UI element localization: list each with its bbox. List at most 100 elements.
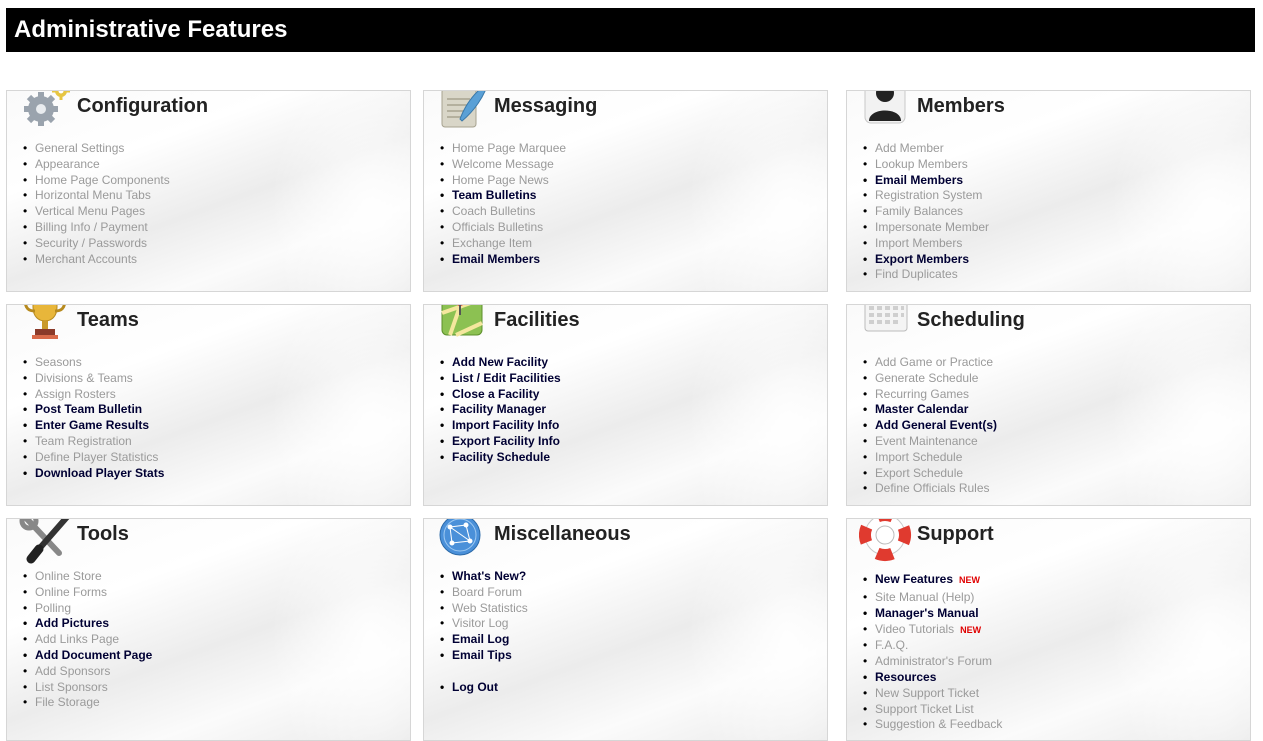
panel-teams: Teams Seasons Divisions & Teams Assign R… <box>6 304 411 506</box>
link-email-log[interactable]: Email Log <box>440 632 528 648</box>
link-email-tips[interactable]: Email Tips <box>440 648 528 664</box>
link-master-calendar[interactable]: Master Calendar <box>863 402 997 418</box>
wrench-screwdriver-icon <box>19 519 70 564</box>
link-export-facility-info[interactable]: Export Facility Info <box>440 434 561 450</box>
link-whats-new[interactable]: What's New? <box>440 569 528 585</box>
link-import-schedule[interactable]: Import Schedule <box>863 450 997 466</box>
link-enter-game-results[interactable]: Enter Game Results <box>23 418 164 434</box>
trophy-icon <box>19 305 67 341</box>
link-email-members[interactable]: Email Members <box>440 252 566 268</box>
panel-facilities: Facilities Add New Facility List / Edit … <box>423 304 828 506</box>
link-managers-manual[interactable]: Manager's Manual <box>863 606 1002 622</box>
link-online-store[interactable]: Online Store <box>23 569 152 585</box>
miscellaneous-links: What's New? Board Forum Web Statistics V… <box>440 569 528 696</box>
link-event-maintenance[interactable]: Event Maintenance <box>863 434 997 450</box>
link-add-game-or-practice[interactable]: Add Game or Practice <box>863 355 997 371</box>
link-new-features[interactable]: New Features NEW <box>863 569 1002 590</box>
link-team-bulletins[interactable]: Team Bulletins <box>440 188 566 204</box>
link-visitor-log[interactable]: Visitor Log <box>440 616 528 632</box>
link-add-pictures[interactable]: Add Pictures <box>23 616 152 632</box>
link-merchant-accounts[interactable]: Merchant Accounts <box>23 252 170 268</box>
link-close-a-facility[interactable]: Close a Facility <box>440 387 561 403</box>
link-find-duplicates[interactable]: Find Duplicates <box>863 267 989 283</box>
link-post-team-bulletin[interactable]: Post Team Bulletin <box>23 402 164 418</box>
link-web-statistics[interactable]: Web Statistics <box>440 601 528 617</box>
panel-title-tools: Tools <box>77 523 129 545</box>
link-assign-rosters[interactable]: Assign Rosters <box>23 387 164 403</box>
link-lookup-members[interactable]: Lookup Members <box>863 157 989 173</box>
panel-title-miscellaneous: Miscellaneous <box>494 523 631 545</box>
support-links: New Features NEW Site Manual (Help) Manag… <box>863 569 1002 733</box>
panel-title-support: Support <box>917 523 994 545</box>
panel-messaging: Messaging Home Page Marquee Welcome Mess… <box>423 90 828 292</box>
link-log-out[interactable]: Log Out <box>440 680 528 696</box>
page-title: Administrative Features <box>14 16 288 43</box>
link-polling[interactable]: Polling <box>23 601 152 617</box>
link-new-support-ticket[interactable]: New Support Ticket <box>863 686 1002 702</box>
globe-network-icon <box>436 519 484 561</box>
link-define-officials-rules[interactable]: Define Officials Rules <box>863 481 997 497</box>
link-registration-system[interactable]: Registration System <box>863 188 989 204</box>
link-import-members[interactable]: Import Members <box>863 236 989 252</box>
link-add-links-page[interactable]: Add Links Page <box>23 632 152 648</box>
link-import-facility-info[interactable]: Import Facility Info <box>440 418 561 434</box>
list-spacer <box>440 664 528 680</box>
link-add-new-facility[interactable]: Add New Facility <box>440 355 561 371</box>
link-add-document-page[interactable]: Add Document Page <box>23 648 152 664</box>
facilities-links: Add New Facility List / Edit Facilities … <box>440 355 561 466</box>
tools-links: Online Store Online Forms Polling Add Pi… <box>23 569 152 711</box>
link-home-page-components[interactable]: Home Page Components <box>23 173 170 189</box>
link-administrators-forum[interactable]: Administrator's Forum <box>863 654 1002 670</box>
link-appearance[interactable]: Appearance <box>23 157 170 173</box>
link-email-members[interactable]: Email Members <box>863 173 989 189</box>
panel-title-members: Members <box>917 95 1005 117</box>
link-support-ticket-list[interactable]: Support Ticket List <box>863 702 1002 718</box>
link-exchange-item[interactable]: Exchange Item <box>440 236 566 252</box>
link-impersonate-member[interactable]: Impersonate Member <box>863 220 989 236</box>
link-team-registration[interactable]: Team Registration <box>23 434 164 450</box>
link-coach-bulletins[interactable]: Coach Bulletins <box>440 204 566 220</box>
link-general-settings[interactable]: General Settings <box>23 141 170 157</box>
link-welcome-message[interactable]: Welcome Message <box>440 157 566 173</box>
link-faq[interactable]: F.A.Q. <box>863 638 1002 654</box>
link-seasons[interactable]: Seasons <box>23 355 164 371</box>
link-export-schedule[interactable]: Export Schedule <box>863 466 997 482</box>
link-facility-manager[interactable]: Facility Manager <box>440 402 561 418</box>
link-home-page-news[interactable]: Home Page News <box>440 173 566 189</box>
link-horizontal-menu-tabs[interactable]: Horizontal Menu Tabs <box>23 188 170 204</box>
link-define-player-statistics[interactable]: Define Player Statistics <box>23 450 164 466</box>
link-file-storage[interactable]: File Storage <box>23 695 152 711</box>
link-list-sponsors[interactable]: List Sponsors <box>23 680 152 696</box>
link-recurring-games[interactable]: Recurring Games <box>863 387 997 403</box>
link-board-forum[interactable]: Board Forum <box>440 585 528 601</box>
link-billing-info-payment[interactable]: Billing Info / Payment <box>23 220 170 236</box>
link-add-sponsors[interactable]: Add Sponsors <box>23 664 152 680</box>
link-download-player-stats[interactable]: Download Player Stats <box>23 466 164 482</box>
configuration-links: General Settings Appearance Home Page Co… <box>23 141 170 267</box>
link-new-features-label[interactable]: New Features <box>875 572 953 586</box>
link-family-balances[interactable]: Family Balances <box>863 204 989 220</box>
panel-configuration: Configuration General Settings Appearanc… <box>6 90 411 292</box>
link-export-members[interactable]: Export Members <box>863 252 989 268</box>
link-site-manual[interactable]: Site Manual (Help) <box>863 590 1002 606</box>
link-add-member[interactable]: Add Member <box>863 141 989 157</box>
panel-title-facilities: Facilities <box>494 309 580 331</box>
link-generate-schedule[interactable]: Generate Schedule <box>863 371 997 387</box>
panel-miscellaneous: Miscellaneous What's New? Board Forum We… <box>423 518 828 741</box>
link-online-forms[interactable]: Online Forms <box>23 585 152 601</box>
link-list-edit-facilities[interactable]: List / Edit Facilities <box>440 371 561 387</box>
link-divisions-teams[interactable]: Divisions & Teams <box>23 371 164 387</box>
link-video-tutorials-label[interactable]: Video Tutorials <box>875 622 954 636</box>
link-home-page-marquee[interactable]: Home Page Marquee <box>440 141 566 157</box>
link-add-general-events[interactable]: Add General Event(s) <box>863 418 997 434</box>
link-video-tutorials[interactable]: Video Tutorials NEW <box>863 622 1002 639</box>
link-vertical-menu-pages[interactable]: Vertical Menu Pages <box>23 204 170 220</box>
link-officials-bulletins[interactable]: Officials Bulletins <box>440 220 566 236</box>
members-links: Add Member Lookup Members Email Members … <box>863 141 989 283</box>
link-suggestion-feedback[interactable]: Suggestion & Feedback <box>863 717 1002 733</box>
link-resources[interactable]: Resources <box>863 670 1002 686</box>
link-security-passwords[interactable]: Security / Passwords <box>23 236 170 252</box>
link-facility-schedule[interactable]: Facility Schedule <box>440 450 561 466</box>
notepad-quill-icon <box>436 91 486 128</box>
person-silhouette-icon <box>859 91 907 127</box>
